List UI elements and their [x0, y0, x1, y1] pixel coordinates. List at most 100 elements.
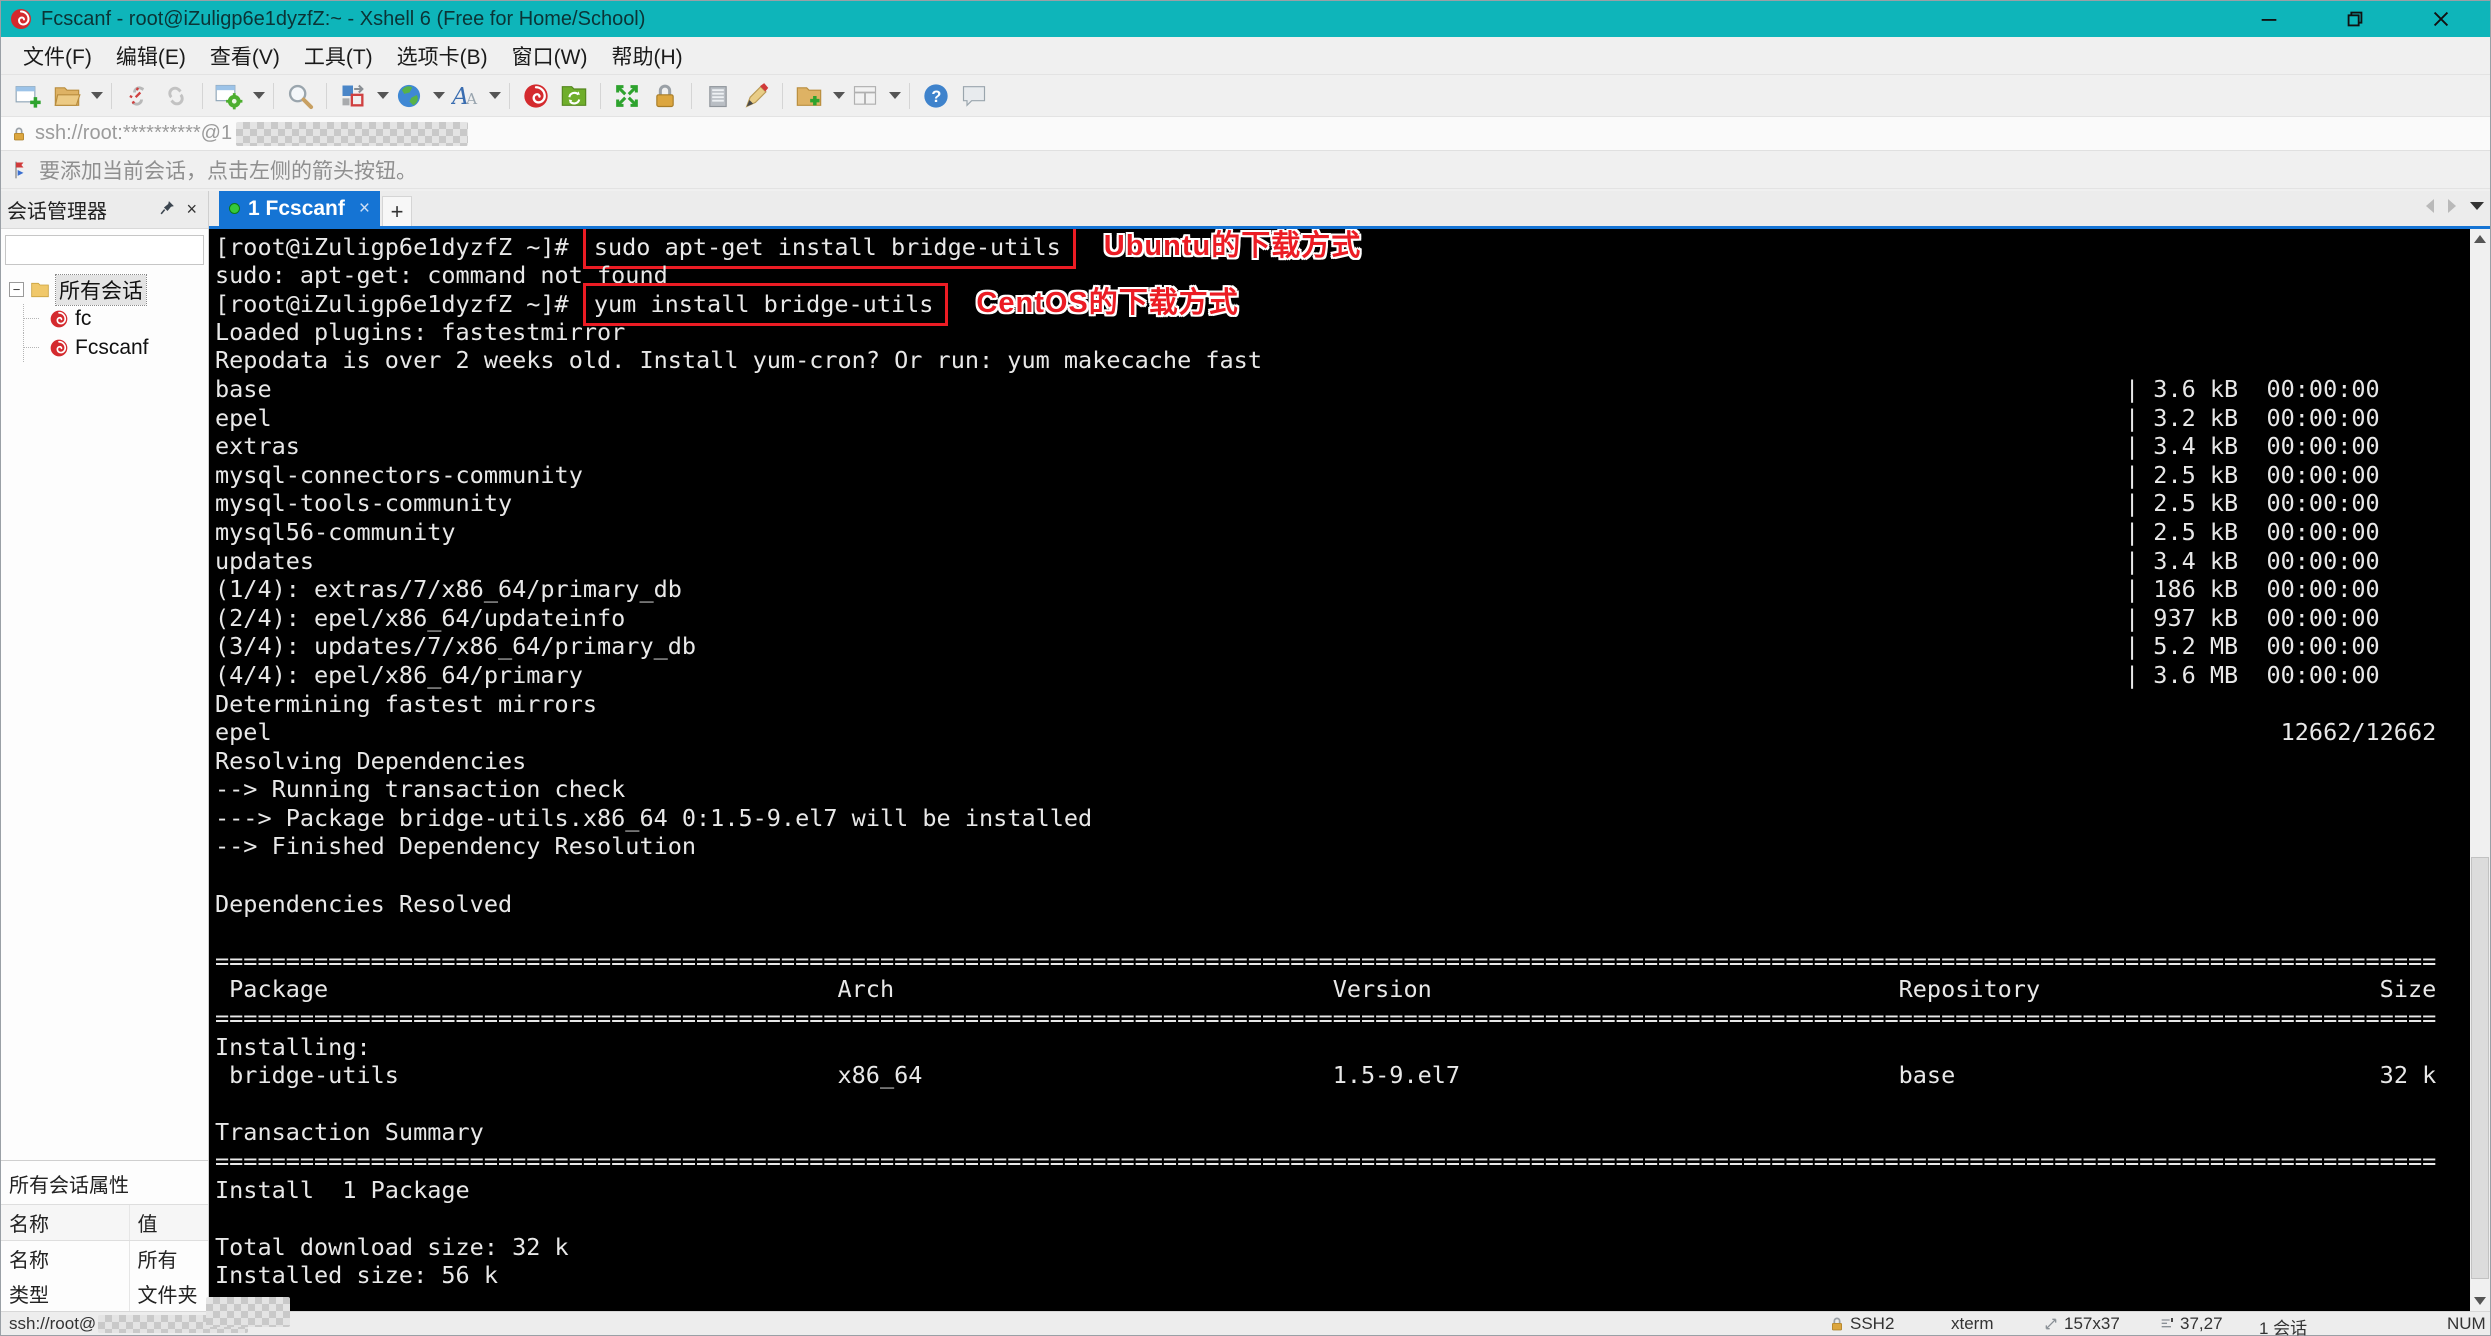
status-terminal-type: xterm [1951, 1314, 1994, 1333]
scrollbar-thumb[interactable] [2471, 856, 2489, 1279]
file-transfer-xftp-icon[interactable] [556, 80, 592, 112]
open-session-dropdown[interactable] [91, 92, 103, 99]
connected-dot-icon [229, 203, 240, 214]
menu-item-0[interactable]: 文件(F) [11, 37, 104, 75]
session-properties-icon[interactable] [211, 80, 247, 112]
title-bar: Fcscanf - root@iZuligp6e1dyzfZ:~ - Xshel… [1, 1, 2490, 37]
virtual-keyboard-icon[interactable] [700, 80, 736, 112]
find-icon[interactable] [282, 80, 318, 112]
xshell-icon[interactable] [518, 80, 554, 112]
terminal-line: Resolving Dependencies [215, 746, 527, 775]
tab-scroll-left-icon[interactable] [2426, 199, 2434, 213]
layout-icon[interactable] [847, 80, 883, 112]
terminal-line: updates | 3.4 kB 00:00:00 [215, 546, 2380, 575]
properties-column-header: 名称 [1, 1205, 130, 1241]
layout-dropdown[interactable] [889, 92, 901, 99]
terminal-line: ========================================… [215, 946, 2437, 975]
terminal-line: mysql56-community | 2.5 kB 00:00:00 [215, 517, 2380, 546]
address-lock-icon [14, 127, 24, 140]
info-message: 要添加当前会话，点击左侧的箭头按钮。 [39, 159, 417, 183]
tab-close-icon[interactable]: × [359, 198, 370, 220]
flag-icon [15, 161, 24, 178]
terminal-line: Install 1 Package [215, 1175, 470, 1204]
reconnect-icon[interactable] [158, 80, 194, 112]
terminal-line: Loaded plugins: fastestmirror [215, 317, 626, 346]
close-button[interactable] [2426, 6, 2456, 32]
scroll-down-icon[interactable] [2470, 1291, 2490, 1311]
menu-item-4[interactable]: 选项卡(B) [385, 37, 500, 75]
terminal-line: extras | 3.4 kB 00:00:00 [215, 432, 2380, 461]
properties-title: 所有会话属性 [1, 1161, 208, 1205]
disconnect-icon[interactable] [120, 80, 156, 112]
address-bar[interactable]: ssh://root:**********@1 [1, 117, 2490, 151]
tree-root-all-sessions[interactable]: − 所有会话 [9, 273, 208, 306]
tab-fcscanf[interactable]: 1 Fcscanf × [219, 191, 380, 226]
compose-icon[interactable] [335, 80, 371, 112]
terminal-line: epel | 3.2 kB 00:00:00 [215, 403, 2380, 432]
messages-icon[interactable] [956, 80, 992, 112]
new-file-dropdown[interactable] [833, 92, 845, 99]
tree-session-Fcscanf[interactable]: Fcscanf [9, 333, 208, 362]
terminal-output: [root@iZuligp6e1dyzfZ ~]# sudo apt-get i… [215, 229, 2468, 1290]
window-title: Fcscanf - root@iZuligp6e1dyzfZ:~ - Xshel… [41, 7, 646, 30]
font-icon[interactable]: A A [447, 80, 483, 112]
status-terminal-size: 157x37 [2043, 1314, 2120, 1334]
help-icon[interactable]: ? [918, 80, 954, 112]
ssh-lock-icon [1832, 1317, 1842, 1331]
restore-button[interactable] [2340, 6, 2370, 32]
web-icon[interactable] [391, 80, 427, 112]
terminal-scrollbar[interactable] [2470, 229, 2490, 1311]
terminal-line: sudo: apt-get: command not found [215, 260, 668, 289]
terminal-line: (2/4): epel/x86_64/updateinfo | 937 kB 00… [215, 603, 2380, 632]
terminal-line: mysql-connectors-community | 2.5 kB 00:00… [215, 460, 2380, 489]
address-value[interactable]: ssh://root:**********@1 [35, 122, 232, 145]
tree-collapse-icon[interactable]: − [9, 282, 24, 297]
status-cursor-position: 37,27 [2159, 1314, 2223, 1334]
address-masked-host [236, 121, 469, 146]
pin-icon[interactable] [154, 199, 181, 221]
session-search-box[interactable] [5, 235, 250, 265]
session-properties-panel: 所有会话属性 名称值 名称 所有 类型 文件夹 [1, 1160, 208, 1311]
new-session-icon[interactable] [11, 80, 47, 112]
open-session-icon[interactable] [49, 80, 85, 112]
menu-item-1[interactable]: 编辑(E) [104, 37, 198, 75]
red-annotation: Ubuntu的下载方式 [1103, 230, 1362, 262]
tab-scroll-right-icon[interactable] [2448, 199, 2456, 213]
terminal[interactable]: [root@iZuligp6e1dyzfZ ~]# sudo apt-get i… [209, 229, 2490, 1311]
lock-screen-icon[interactable] [647, 80, 683, 112]
red-annotation: CentOS的下载方式 [976, 287, 1239, 320]
properties-row: 类型 文件夹 [1, 1276, 208, 1311]
web-dropdown[interactable] [433, 92, 445, 99]
menu-item-3[interactable]: 工具(T) [292, 37, 385, 75]
tree-root-label[interactable]: 所有会话 [55, 273, 147, 306]
terminal-line: Total download size: 32 k [215, 1232, 569, 1261]
new-tab-button[interactable]: + [382, 196, 412, 226]
highlight-icon[interactable] [738, 80, 774, 112]
compose-dropdown[interactable] [377, 92, 389, 99]
svg-text:A: A [465, 90, 478, 108]
tab-list-dropdown-icon[interactable] [2470, 202, 2484, 210]
terminal-line: ---> Package bridge-utils.x86_64 0:1.5-9… [215, 803, 1093, 832]
panel-close-icon[interactable]: × [181, 199, 202, 220]
new-file-icon[interactable] [791, 80, 827, 112]
terminal-line: bridge-utils x86_64 1.5-9.el7 base 32 k [215, 1061, 2437, 1090]
resize-icon [2045, 1318, 2057, 1330]
menu-item-6[interactable]: 帮助(H) [599, 37, 694, 75]
terminal-line: (4/4): epel/x86_64/primary | 3.6 MB 00:00… [215, 660, 2380, 689]
session-properties-dropdown[interactable] [253, 92, 265, 99]
properties-column-header: 值 [129, 1205, 208, 1241]
terminal-line: epel 12662/12662 [215, 718, 2437, 747]
scroll-up-icon[interactable] [2470, 229, 2490, 249]
fullscreen-icon[interactable] [609, 80, 645, 112]
terminal-line: Transaction Summary [215, 1118, 484, 1147]
menu-item-5[interactable]: 窗口(W) [500, 37, 600, 75]
menu-bar: 文件(F) 编辑(E) 查看(V) 工具(T) 选项卡(B) 窗口(W) 帮助(H) [1, 37, 2490, 75]
minimize-button[interactable] [2254, 6, 2284, 32]
xshell-window: Fcscanf - root@iZuligp6e1dyzfZ:~ - Xshel… [0, 0, 2491, 1336]
terminal-line: base | 3.6 kB 00:00:00 [215, 374, 2380, 403]
menu-item-2[interactable]: 查看(V) [198, 37, 292, 75]
tree-session-fc[interactable]: fc [9, 304, 208, 333]
font-dropdown[interactable] [489, 92, 501, 99]
properties-table: 名称值 名称 所有 类型 文件夹 [1, 1205, 208, 1311]
